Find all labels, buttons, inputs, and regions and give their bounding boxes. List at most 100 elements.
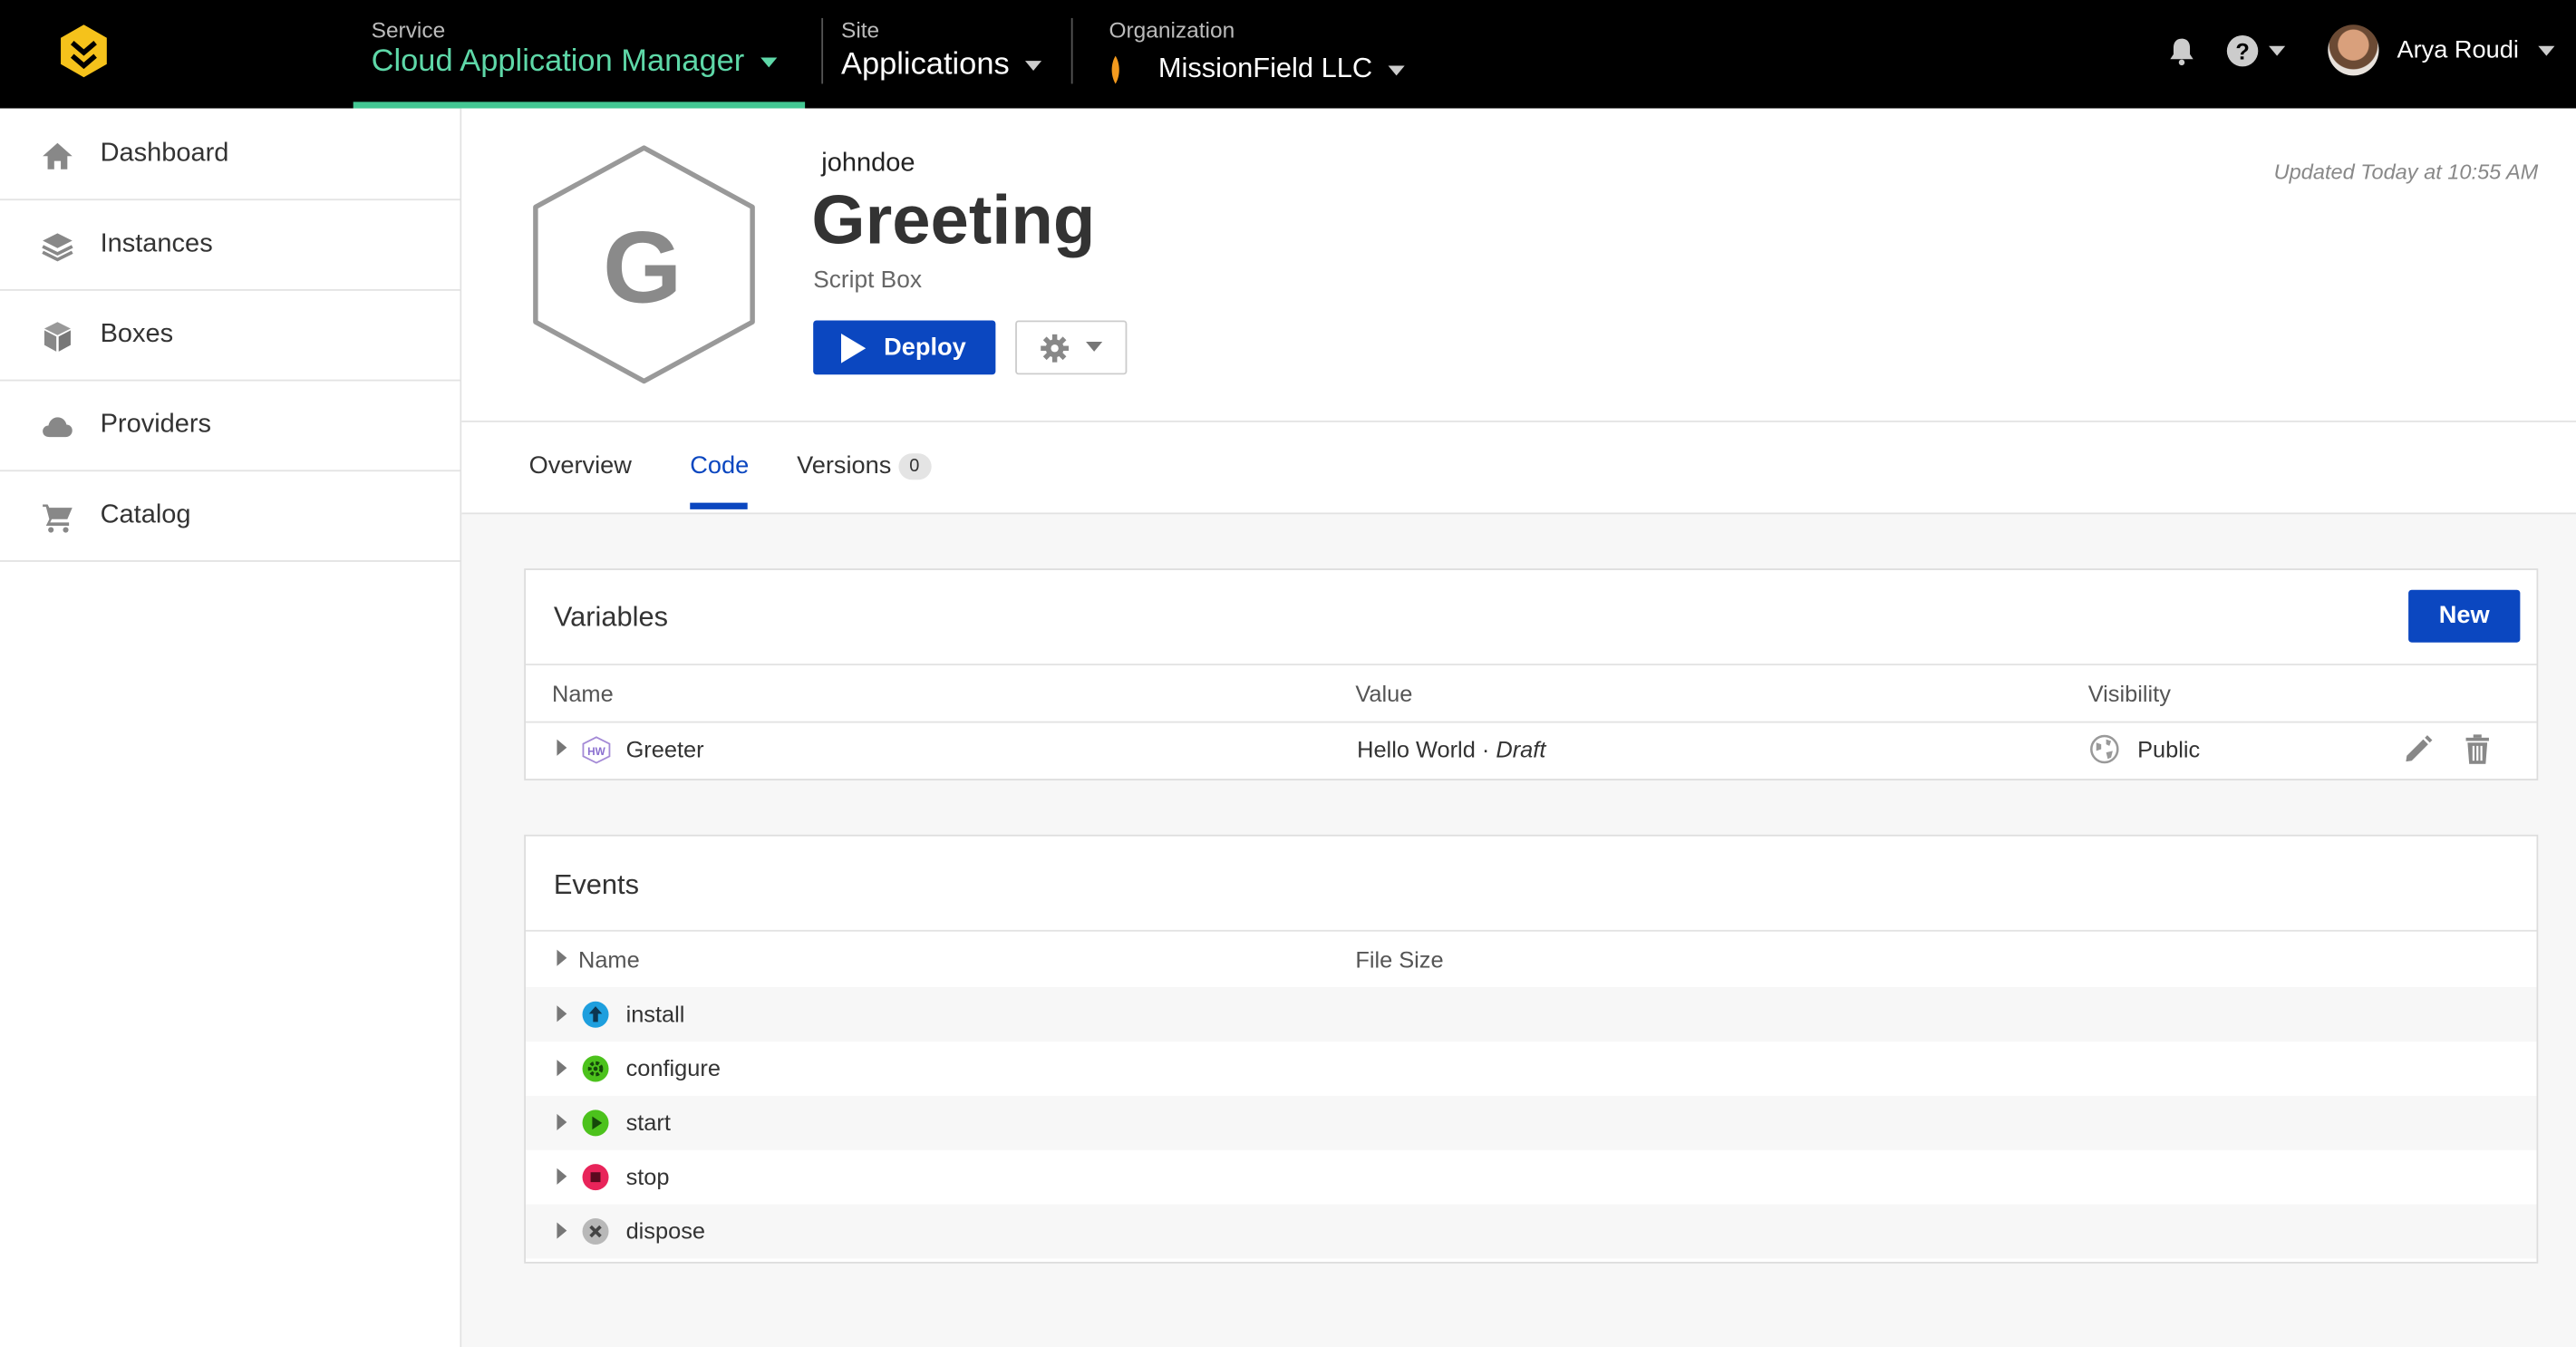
user-menu[interactable]: Arya Roudi: [2397, 35, 2555, 64]
site-value[interactable]: Applications: [841, 48, 1042, 84]
user-name: Arya Roudi: [2397, 35, 2519, 64]
cart-icon: [43, 504, 73, 533]
variables-panel: Variables New Name Value Visibility HW G…: [524, 568, 2539, 780]
organization-logo-icon: [1111, 55, 1119, 84]
table-row[interactable]: stop: [526, 1150, 2537, 1205]
column-header-name[interactable]: Name: [552, 680, 614, 706]
avatar[interactable]: [2328, 24, 2379, 76]
settings-menu-button[interactable]: [1015, 320, 1128, 375]
table-row[interactable]: dispose: [526, 1204, 2537, 1259]
box-type: Script Box: [813, 267, 922, 295]
play-icon: [841, 333, 867, 363]
column-header-name[interactable]: Name: [578, 946, 640, 973]
tab-bar: Overview Code Versions 0: [461, 422, 2576, 515]
configure-icon: [582, 1055, 609, 1082]
service-selector[interactable]: Service Cloud Application Manager: [353, 0, 806, 109]
active-tab-indicator: [690, 502, 748, 509]
main-content: G johndoe Greeting Script Box Updated To…: [461, 108, 2576, 1347]
home-icon: [43, 142, 73, 170]
expand-all-triangle-icon[interactable]: [557, 949, 567, 966]
table-row[interactable]: HW Greeter Hello World · Draft Public: [526, 722, 2537, 778]
sidebar-item-boxes[interactable]: Boxes: [0, 291, 460, 382]
top-bar: Service Cloud Application Manager Site A…: [0, 0, 2576, 109]
new-variable-button[interactable]: New: [2408, 589, 2521, 643]
site-label: Site: [841, 17, 880, 44]
sidebar-item-label: Boxes: [100, 320, 174, 349]
chevron-down-icon: [2538, 45, 2555, 56]
chevron-down-icon: [2269, 45, 2286, 56]
sidebar-item-label: Providers: [100, 411, 212, 439]
chevron-down-icon: [1025, 61, 1042, 71]
tab-versions[interactable]: Versions 0: [797, 451, 932, 480]
organization-value[interactable]: MissionField LLC: [1158, 53, 1406, 85]
box-owner[interactable]: johndoe: [821, 150, 915, 179]
event-name: start: [625, 1109, 671, 1136]
help-icon: ?: [2226, 34, 2259, 67]
chevron-down-icon: [1086, 342, 1103, 352]
site-name: Applications: [841, 47, 1010, 82]
sidebar-item-instances[interactable]: Instances: [0, 200, 460, 291]
start-icon: [582, 1110, 609, 1137]
event-name: dispose: [625, 1217, 706, 1245]
divider: [1070, 17, 1073, 84]
edit-pencil-icon[interactable]: [2404, 734, 2434, 764]
events-table-header: Name File Size: [526, 929, 2537, 990]
box-icon: [44, 322, 71, 352]
gear-icon: [1041, 334, 1070, 363]
box-header: G johndoe Greeting Script Box Updated To…: [461, 108, 2576, 422]
deploy-button[interactable]: Deploy: [813, 320, 996, 375]
expand-triangle-icon[interactable]: [557, 739, 567, 756]
expand-triangle-icon[interactable]: [557, 1005, 567, 1022]
events-title: Events: [553, 868, 640, 901]
layers-icon: [42, 233, 73, 262]
service-name: Cloud Application Manager: [371, 44, 745, 79]
sidebar-item-dashboard[interactable]: Dashboard: [0, 110, 460, 201]
tab-overview[interactable]: Overview: [529, 451, 632, 480]
sidebar-item-catalog[interactable]: Catalog: [0, 471, 460, 562]
sidebar: Dashboard Instances Boxes Providers Cata…: [0, 108, 462, 1347]
service-label: Service: [371, 17, 446, 44]
sidebar-item-label: Dashboard: [100, 140, 229, 168]
service-value[interactable]: Cloud Application Manager: [372, 44, 778, 81]
expand-triangle-icon[interactable]: [557, 1222, 567, 1239]
chevron-down-icon: [1389, 64, 1406, 75]
variable-status: Draft: [1496, 736, 1546, 762]
bell-icon[interactable]: [2167, 36, 2197, 66]
box-initial: G: [603, 210, 682, 325]
variable-value: Hello World · Draft: [1357, 736, 1545, 762]
events-panel: Events Name File Size install configure: [524, 834, 2539, 1264]
trash-icon[interactable]: [2465, 734, 2491, 764]
column-header-visibility[interactable]: Visibility: [2088, 680, 2171, 706]
divider: [821, 17, 824, 84]
expand-triangle-icon[interactable]: [557, 1060, 567, 1077]
variable-name: Greeter: [625, 736, 704, 762]
expand-triangle-icon[interactable]: [557, 1113, 567, 1130]
app-window: Service Cloud Application Manager Site A…: [0, 0, 2576, 1347]
organization-name: MissionField LLC: [1157, 53, 1373, 84]
tab-versions-label: Versions: [797, 451, 892, 480]
column-header-value[interactable]: Value: [1355, 680, 1412, 706]
versions-count-badge: 0: [897, 453, 932, 480]
column-header-file-size[interactable]: File Size: [1355, 946, 1443, 973]
logo-icon[interactable]: [59, 23, 108, 79]
deploy-label: Deploy: [884, 333, 966, 362]
variable-visibility: Public: [2137, 736, 2201, 762]
globe-icon: [2090, 734, 2119, 764]
sidebar-item-providers[interactable]: Providers: [0, 382, 460, 472]
variable-value-text: Hello World: [1357, 736, 1476, 762]
event-name: configure: [625, 1054, 721, 1081]
tab-code[interactable]: Code: [690, 451, 749, 480]
table-row[interactable]: configure: [526, 1042, 2537, 1096]
expand-triangle-icon[interactable]: [557, 1168, 567, 1185]
variable-type-badge: HW: [587, 746, 605, 758]
sidebar-item-label: Catalog: [100, 500, 191, 529]
help-menu[interactable]: ?: [2226, 34, 2292, 67]
table-row[interactable]: start: [526, 1095, 2537, 1150]
chevron-down-icon: [760, 57, 778, 68]
table-row[interactable]: install: [526, 987, 2537, 1042]
cloud-icon: [43, 417, 73, 438]
variables-table-header: Name Value Visibility: [526, 664, 2537, 723]
event-name: install: [625, 1000, 685, 1027]
variables-title: Variables: [553, 601, 669, 633]
value-separator: ·: [1475, 736, 1496, 762]
